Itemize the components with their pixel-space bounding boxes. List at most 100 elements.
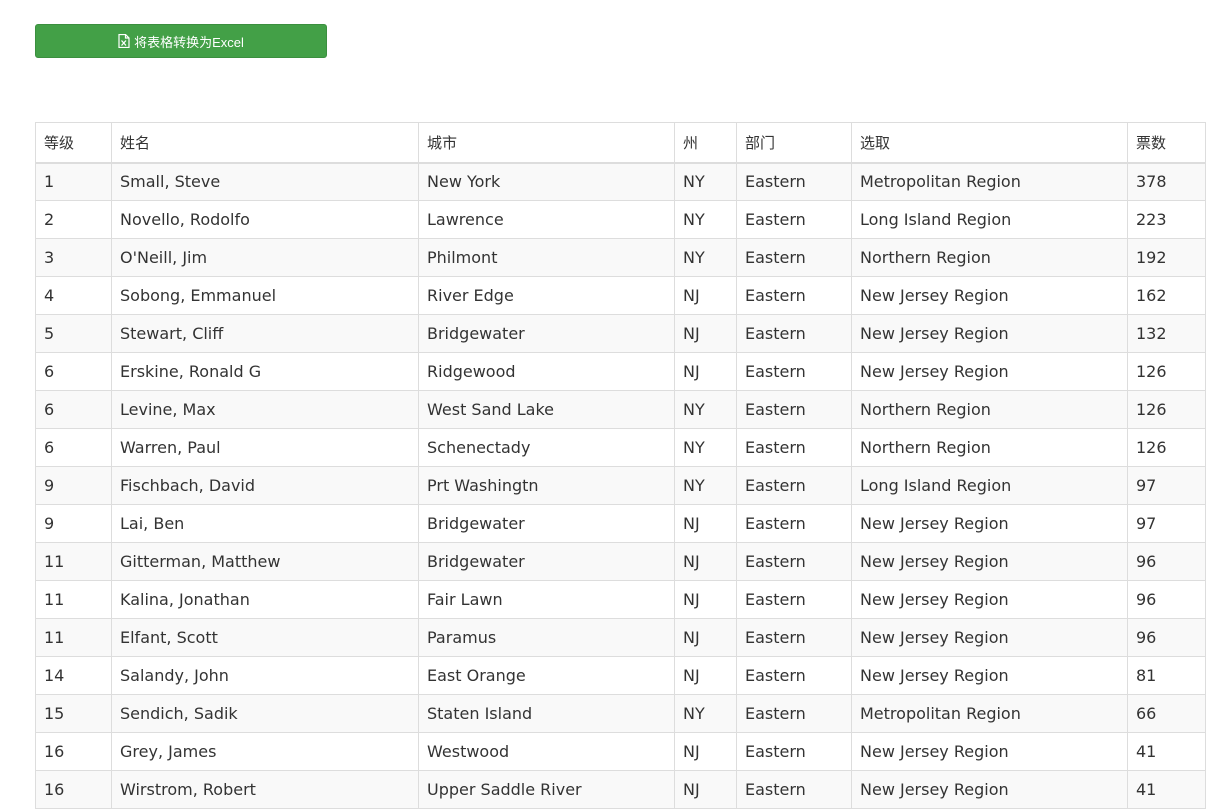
table-row: 15 Sendich, Sadik Staten Island NY Eastern Me… xyxy=(35,694,1206,733)
cell-votes: 96 xyxy=(1127,542,1206,581)
table-row: 6 Erskine, Ronald G Ridgewood NJ Eastern New … xyxy=(35,352,1206,391)
cell-votes: 126 xyxy=(1127,352,1206,391)
cell-state: NJ xyxy=(674,276,737,315)
cell-state: NY xyxy=(674,162,737,201)
cell-state: NJ xyxy=(674,618,737,657)
cell-votes: 192 xyxy=(1127,238,1206,277)
cell-name: Small, Steve xyxy=(111,162,419,201)
table-row: 2 Novello, Rodolfo Lawrence NY Eastern Long I… xyxy=(35,200,1206,239)
cell-rank: 4 xyxy=(35,276,112,315)
cell-city: West Sand Lake xyxy=(418,390,675,429)
cell-rank: 16 xyxy=(35,770,112,809)
cell-city: Westwood xyxy=(418,732,675,771)
cell-district: Northern Region xyxy=(851,428,1128,467)
cell-name: Erskine, Ronald G xyxy=(111,352,419,391)
table-row: 11 Kalina, Jonathan Fair Lawn NJ Eastern New … xyxy=(35,580,1206,619)
cell-division: Eastern xyxy=(736,656,852,695)
cell-votes: 96 xyxy=(1127,580,1206,619)
cell-division: Eastern xyxy=(736,580,852,619)
cell-votes: 41 xyxy=(1127,770,1206,809)
cell-rank: 2 xyxy=(35,200,112,239)
cell-city: Staten Island xyxy=(418,694,675,733)
cell-votes: 97 xyxy=(1127,504,1206,543)
cell-state: NJ xyxy=(674,770,737,809)
column-header-votes: 票数 xyxy=(1127,122,1206,164)
ranking-table: 等级 姓名 城市州部门 选取 票数 1 Small, Steve New York NY Eas… xyxy=(35,122,1206,809)
table-row: 5 Stewart, Cliff Bridgewater NJ Eastern New J… xyxy=(35,314,1206,353)
column-header-city: 城市 xyxy=(418,122,675,164)
cell-votes: 97 xyxy=(1127,466,1206,505)
cell-division: Eastern xyxy=(736,504,852,543)
column-header-district: 选取 xyxy=(851,122,1128,164)
cell-rank: 1 xyxy=(35,162,112,201)
table-row: 16 Grey, James Westwood NJ Eastern New Jersey… xyxy=(35,732,1206,771)
cell-state: NY xyxy=(674,428,737,467)
cell-state: NY xyxy=(674,200,737,239)
cell-district: New Jersey Region xyxy=(851,352,1128,391)
cell-votes: 41 xyxy=(1127,732,1206,771)
cell-votes: 162 xyxy=(1127,276,1206,315)
export-to-excel-button[interactable]: 将表格转换为Excel xyxy=(35,24,327,58)
cell-name: Fischbach, David xyxy=(111,466,419,505)
cell-name: Kalina, Jonathan xyxy=(111,580,419,619)
cell-city: Paramus xyxy=(418,618,675,657)
cell-rank: 9 xyxy=(35,504,112,543)
cell-division: Eastern xyxy=(736,466,852,505)
table-row: 11 Elfant, Scott Paramus NJ Eastern New Jerse… xyxy=(35,618,1206,657)
table-body: 1 Small, Steve New York NY Eastern Metropolit… xyxy=(35,162,1206,809)
cell-district: Northern Region xyxy=(851,238,1128,277)
file-excel-icon xyxy=(118,34,130,48)
cell-votes: 126 xyxy=(1127,390,1206,429)
cell-division: Eastern xyxy=(736,276,852,315)
cell-rank: 6 xyxy=(35,352,112,391)
page: 将表格转换为Excel 等级 姓名 城市州部门 选取 票数 1 Small, Steve N… xyxy=(0,0,1212,811)
cell-district: Northern Region xyxy=(851,390,1128,429)
cell-district: New Jersey Region xyxy=(851,580,1128,619)
cell-rank: 6 xyxy=(35,428,112,467)
cell-name: Stewart, Cliff xyxy=(111,314,419,353)
cell-division: Eastern xyxy=(736,732,852,771)
cell-district: Long Island Region xyxy=(851,466,1128,505)
cell-city: Bridgewater xyxy=(418,314,675,353)
cell-votes: 223 xyxy=(1127,200,1206,239)
cell-votes: 81 xyxy=(1127,656,1206,695)
cell-district: New Jersey Region xyxy=(851,732,1128,771)
cell-division: Eastern xyxy=(736,428,852,467)
cell-district: New Jersey Region xyxy=(851,656,1128,695)
cell-votes: 132 xyxy=(1127,314,1206,353)
cell-rank: 6 xyxy=(35,390,112,429)
cell-division: Eastern xyxy=(736,352,852,391)
cell-name: O'Neill, Jim xyxy=(111,238,419,277)
cell-city: Lawrence xyxy=(418,200,675,239)
table-row: 1 Small, Steve New York NY Eastern Metropolit… xyxy=(35,162,1206,201)
cell-district: New Jersey Region xyxy=(851,276,1128,315)
cell-city: East Orange xyxy=(418,656,675,695)
table-row: 6 Warren, Paul Schenectady NY Eastern Norther… xyxy=(35,428,1206,467)
cell-name: Salandy, John xyxy=(111,656,419,695)
table-row: 3 O'Neill, Jim Philmont NY Eastern Northern R… xyxy=(35,238,1206,277)
cell-division: Eastern xyxy=(736,200,852,239)
cell-rank: 5 xyxy=(35,314,112,353)
cell-rank: 3 xyxy=(35,238,112,277)
cell-votes: 378 xyxy=(1127,162,1206,201)
cell-rank: 16 xyxy=(35,732,112,771)
cell-votes: 126 xyxy=(1127,428,1206,467)
table-row: 9 Lai, Ben Bridgewater NJ Eastern New Jersey … xyxy=(35,504,1206,543)
table-row: 4 Sobong, Emmanuel River Edge NJ Eastern New … xyxy=(35,276,1206,315)
cell-division: Eastern xyxy=(736,238,852,277)
cell-division: Eastern xyxy=(736,694,852,733)
cell-district: New Jersey Region xyxy=(851,314,1128,353)
export-button-label: 将表格转换为Excel xyxy=(134,34,244,50)
cell-district: Metropolitan Region xyxy=(851,694,1128,733)
table-header-row: 等级 姓名 城市州部门 选取 票数 xyxy=(35,122,1206,164)
column-header-rank: 等级 xyxy=(35,122,112,164)
cell-city: Bridgewater xyxy=(418,504,675,543)
cell-city: Prt Washingtn xyxy=(418,466,675,505)
cell-rank: 11 xyxy=(35,580,112,619)
cell-name: Sobong, Emmanuel xyxy=(111,276,419,315)
cell-name: Wirstrom, Robert xyxy=(111,770,419,809)
cell-state: NY xyxy=(674,466,737,505)
cell-state: NJ xyxy=(674,542,737,581)
cell-division: Eastern xyxy=(736,618,852,657)
cell-district: Metropolitan Region xyxy=(851,162,1128,201)
